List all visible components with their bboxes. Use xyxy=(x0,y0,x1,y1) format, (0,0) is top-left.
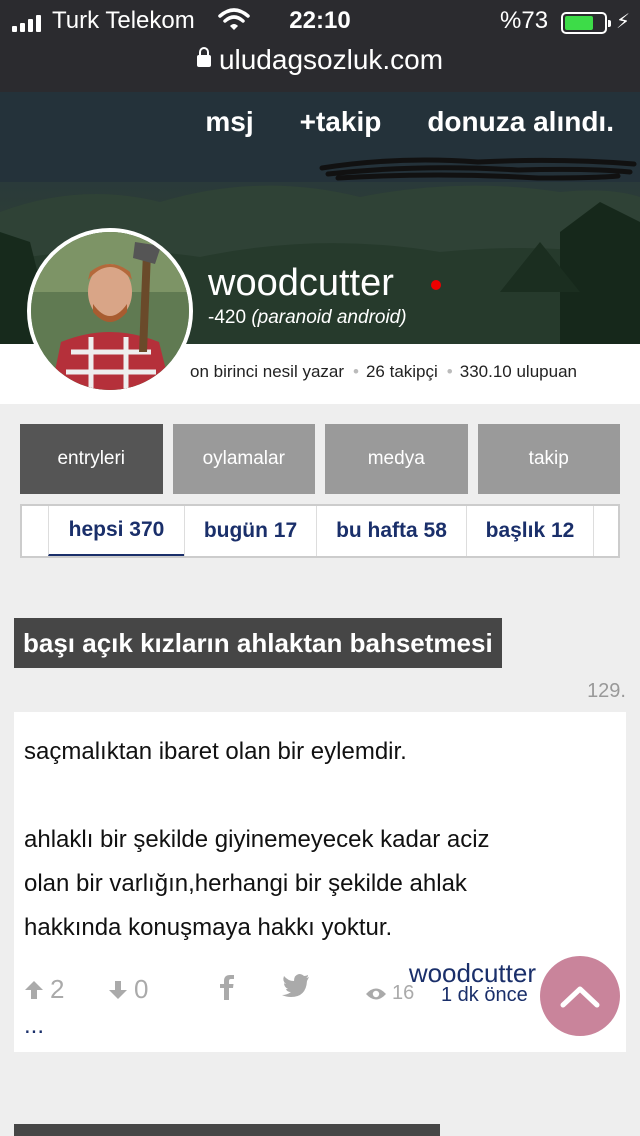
cover-nav: msj +takip donuza alındı. xyxy=(205,106,614,138)
battery-percent: %73 xyxy=(500,7,549,34)
subtab-all[interactable]: hepsi 370 xyxy=(48,506,184,556)
downvote-button[interactable]: 0 xyxy=(108,974,148,1005)
share-facebook-button[interactable] xyxy=(220,974,234,1000)
share-twitter-button[interactable] xyxy=(282,974,310,998)
separator-dot: • xyxy=(353,362,359,381)
entry-line: olan bir varlığın,herhangi bir şekilde a… xyxy=(24,870,467,897)
downvote-count: 0 xyxy=(134,974,149,1004)
charging-icon: ⚡ xyxy=(616,11,631,33)
twitter-icon xyxy=(282,974,309,997)
subtab-today[interactable]: bugün 17 xyxy=(184,506,316,556)
followers-count[interactable]: 26 takipçi xyxy=(366,362,438,382)
entry-more-button[interactable]: ... xyxy=(24,1012,44,1040)
tab-media[interactable]: medya xyxy=(325,424,468,494)
entry-body: saçmalıktan ibaret olan bir eylemdir. ah… xyxy=(24,730,604,950)
avatar-image xyxy=(31,232,189,390)
eye-icon xyxy=(366,988,386,999)
next-entry-topic xyxy=(14,1124,440,1136)
upvote-button[interactable]: 2 xyxy=(24,974,64,1005)
separator-dot: • xyxy=(446,362,453,381)
entry-line: saçmalıktan ibaret olan bir eylemdir. xyxy=(24,738,407,765)
redaction-scribble xyxy=(319,157,637,181)
arrow-down-icon xyxy=(109,980,127,999)
url-bar[interactable]: uludagsozluk.com xyxy=(0,44,640,76)
avatar[interactable] xyxy=(27,228,193,394)
lock-icon xyxy=(196,47,211,67)
karma-value: -420 xyxy=(208,307,247,328)
entry-number[interactable]: 129. xyxy=(587,680,626,703)
entry-views: 16 xyxy=(366,982,414,1005)
follow-link[interactable]: +takip xyxy=(300,106,382,138)
entry-time[interactable]: 1 dk önce xyxy=(441,984,528,1007)
entry-line: hakkında konuşmaya hakkı yoktur. xyxy=(24,914,393,941)
arrow-up-icon xyxy=(25,980,43,999)
entry-filter-tabs: hepsi 370 bugün 17 bu hafta 58 başlık 12 xyxy=(20,504,620,558)
scroll-to-top-button[interactable] xyxy=(540,956,620,1036)
generation-label: on birinci nesil yazar xyxy=(190,362,345,381)
entry-topic-title[interactable]: başı açık kızların ahlaktan bahsetmesi xyxy=(14,618,502,668)
facebook-icon xyxy=(220,975,234,1000)
tab-entries[interactable]: entryleri xyxy=(20,424,163,494)
profile-meta: on birinci nesil yazar • 26 takipçi • 33… xyxy=(190,362,577,382)
karma-title: (paranoid android) xyxy=(251,307,407,328)
status-bar: Turk Telekom 22:10 %73 ⚡ xyxy=(0,6,640,36)
tab-follow[interactable]: takip xyxy=(477,424,620,494)
entry-card: saçmalıktan ibaret olan bir eylemdir. ah… xyxy=(14,712,626,1052)
points-value: 330.10 ulupuan xyxy=(459,362,577,381)
views-count: 16 xyxy=(392,982,415,1004)
tab-votes[interactable]: oylamalar xyxy=(172,424,315,494)
url-text: uludagsozluk.com xyxy=(218,44,444,75)
chevron-up-icon xyxy=(560,986,600,1008)
upvote-count: 2 xyxy=(50,974,65,1004)
online-status-dot xyxy=(431,280,441,290)
entry-line: ahlaklı bir şekilde giyinemeyecek kadar … xyxy=(24,826,490,853)
message-link[interactable]: msj xyxy=(205,106,253,138)
subtab-topics[interactable]: başlık 12 xyxy=(466,506,594,556)
subtab-this-week[interactable]: bu hafta 58 xyxy=(316,506,466,556)
profile-tabs: entryleri oylamalar medya takip xyxy=(20,424,620,494)
profile-username: woodcutter xyxy=(208,262,394,304)
battery-icon xyxy=(561,12,611,34)
donation-link[interactable]: donuza alındı. xyxy=(427,106,614,138)
karma-line: -420 (paranoid android) xyxy=(208,307,407,329)
browser-top-bar: Turk Telekom 22:10 %73 ⚡ uludagsozluk.co… xyxy=(0,0,640,92)
